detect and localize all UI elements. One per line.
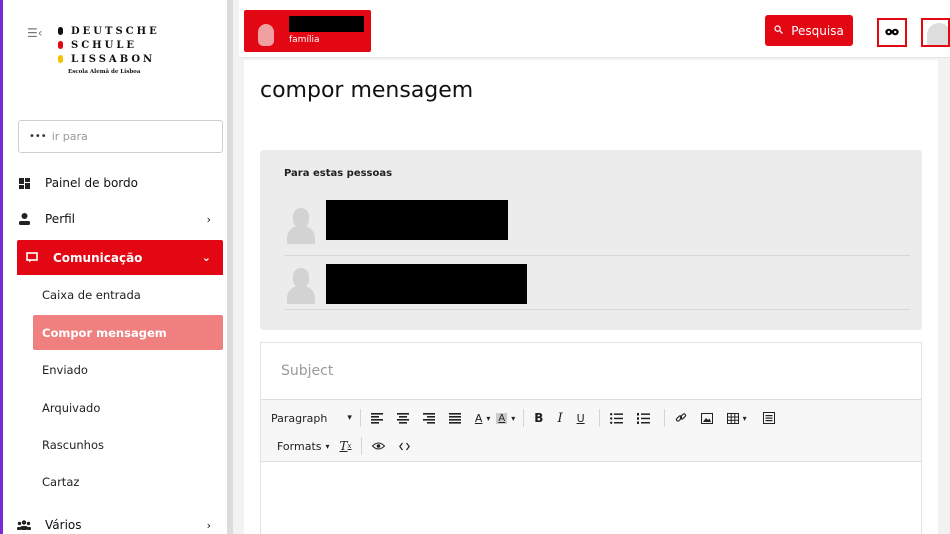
recipient-item[interactable]: [284, 200, 910, 256]
recipient-item[interactable]: [284, 260, 910, 310]
search-icon: [774, 24, 784, 37]
message-body-editor[interactable]: [261, 463, 921, 534]
sidebar-item-varios[interactable]: Vários ›: [17, 516, 223, 534]
chevron-right-icon: ›: [206, 212, 211, 226]
toolbar-divider: [663, 409, 665, 427]
user-icon: [17, 213, 31, 225]
sidebar-item-painel-de-bordo[interactable]: Painel de bordo: [17, 174, 223, 192]
avatar: [258, 24, 274, 46]
avatar: [286, 208, 316, 246]
search-button-label: Pesquisa: [791, 23, 844, 38]
redacted-name: [326, 200, 508, 240]
toolbar-divider: [523, 409, 525, 427]
sidebar-item-label: Comunicação: [53, 250, 143, 265]
avatar: [927, 23, 948, 45]
logo-dot-black: [58, 27, 63, 35]
top-bar: família Pesquisa: [239, 0, 950, 58]
editor-toolbar: Paragraph ▾ A ▾ A ▾ B I U ▾ Formats ▾ T …: [261, 399, 921, 462]
dashboard-icon: [17, 177, 31, 189]
school-logo[interactable]: DEUTSCHE SCHULE LISSABON Escola Alemã de…: [58, 24, 160, 75]
bullet-list-icon[interactable]: [609, 412, 623, 424]
recipients-panel: Para estas pessoas: [260, 150, 922, 330]
chat-icon: [25, 252, 39, 263]
clear-formatting-icon[interactable]: Tx: [340, 439, 352, 453]
sidebar-subitem-enviado[interactable]: Enviado: [42, 363, 88, 377]
align-left-icon[interactable]: [370, 412, 383, 424]
chevron-down-icon: ⌄: [201, 251, 211, 264]
redacted-name: [326, 264, 527, 304]
mask-icon: [885, 25, 899, 40]
sidebar-subitem-cartaz[interactable]: Cartaz: [42, 475, 79, 489]
numbered-list-icon[interactable]: [636, 412, 650, 424]
sidebar-item-label: Vários: [45, 518, 82, 532]
profile-avatar-button[interactable]: [921, 18, 950, 47]
toolbar-row-2: Formats ▾ Tx: [277, 433, 424, 459]
sidebar-subitem-caixa-de-entrada[interactable]: Caixa de entrada: [42, 288, 141, 302]
goto-placeholder: ir para: [51, 130, 88, 143]
sidebar-item-label: Painel de bordo: [45, 176, 138, 190]
align-right-icon[interactable]: [422, 412, 435, 424]
redacted-name: [289, 16, 364, 32]
recipients-title: Para estas pessoas: [284, 168, 393, 179]
paragraph-select-label: Paragraph: [271, 411, 328, 425]
sidebar-item-comunicacao[interactable]: Comunicação ⌄: [17, 240, 223, 275]
message-composer: Subject Paragraph ▾ A ▾ A ▾ B I U ▾ Form…: [260, 342, 922, 534]
preview-eye-icon[interactable]: [372, 442, 386, 450]
bold-icon[interactable]: B: [534, 411, 543, 425]
text-color-icon[interactable]: A ▾: [475, 412, 491, 425]
logo-line-3: LISSABON: [58, 52, 160, 66]
logo-line-2: SCHULE: [58, 38, 160, 52]
toolbar-divider: [359, 409, 361, 427]
sidebar-item-label: Perfil: [45, 212, 76, 226]
mask-button[interactable]: [877, 18, 907, 47]
toolbar-divider: [598, 409, 600, 427]
align-justify-icon[interactable]: [448, 412, 461, 424]
logo-dot-gold: [58, 55, 63, 63]
formats-dropdown[interactable]: Formats ▾: [277, 440, 330, 453]
italic-icon[interactable]: I: [557, 411, 562, 426]
logo-word-schule: SCHULE: [71, 39, 138, 51]
toolbar-divider: [361, 437, 363, 455]
subject-input[interactable]: Subject: [281, 363, 333, 379]
code-view-icon[interactable]: [399, 442, 411, 451]
chevron-right-icon: ›: [206, 518, 211, 532]
source-code-icon[interactable]: [762, 412, 775, 424]
sidebar-subitem-rascunhos[interactable]: Rascunhos: [42, 438, 104, 452]
family-tab[interactable]: família: [244, 10, 371, 52]
toolbar-row-1: Paragraph ▾ A ▾ A ▾ B I U ▾: [271, 405, 789, 431]
paragraph-select[interactable]: Paragraph: [271, 412, 327, 425]
background-color-icon[interactable]: A ▾: [496, 412, 515, 424]
avatar: [286, 268, 316, 306]
goto-input[interactable]: ••• ir para: [18, 120, 223, 153]
main-panel: compor mensagem Para estas pessoas Subje…: [244, 60, 938, 534]
image-icon[interactable]: [700, 412, 713, 424]
logo-subtitle: Escola Alemã de Lisboa: [68, 69, 141, 75]
search-button[interactable]: Pesquisa: [765, 15, 853, 46]
group-icon: [17, 520, 31, 530]
logo-line-1: DEUTSCHE: [58, 24, 160, 38]
sidebar-subitem-arquivado[interactable]: Arquivado: [42, 401, 100, 415]
logo-dot-red: [58, 41, 63, 49]
link-icon[interactable]: [675, 412, 687, 424]
sidebar: ☰‹ DEUTSCHE SCHULE LISSABON Escola Alemã…: [0, 0, 233, 534]
family-label: família: [289, 35, 320, 45]
page-title: compor mensagem: [260, 78, 474, 103]
underline-icon[interactable]: U: [577, 412, 585, 425]
table-icon[interactable]: ▾: [726, 412, 747, 424]
menu-collapse-icon[interactable]: ☰‹: [27, 27, 43, 39]
chevron-down-icon[interactable]: ▾: [347, 413, 352, 423]
logo-word-deutsche: DEUTSCHE: [71, 25, 160, 37]
logo-word-lissabon: LISSABON: [71, 53, 156, 65]
formats-dropdown-label: Formats: [277, 439, 322, 453]
sidebar-subitem-compor-mensagem[interactable]: Compor mensagem: [33, 315, 223, 350]
more-dots-icon: •••: [29, 131, 47, 142]
align-center-icon[interactable]: [396, 412, 409, 424]
sidebar-item-perfil[interactable]: Perfil ›: [17, 210, 223, 228]
